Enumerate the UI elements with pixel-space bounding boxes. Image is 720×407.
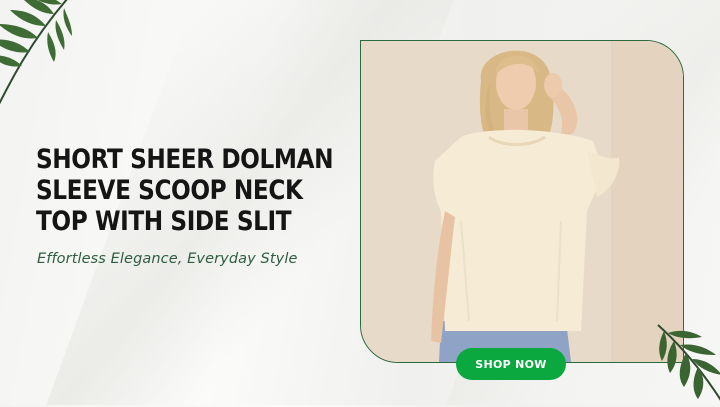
- model-illustration: [361, 41, 683, 362]
- palm-leaf-icon: [657, 324, 720, 401]
- headline-line: SHORT SHEER DOLMAN: [36, 144, 334, 175]
- shop-now-button[interactable]: SHOP NOW: [456, 348, 566, 380]
- headline-line: SLEEVE SCOOP NECK: [36, 175, 303, 206]
- product-photo: [360, 40, 684, 363]
- tagline: Effortless Elegance, Everyday Style: [37, 251, 298, 267]
- headline-line: TOP WITH SIDE SLIT: [36, 206, 292, 237]
- palm-leaf-icon: [0, 0, 72, 105]
- product-headline: SHORT SHEER DOLMAN SLEEVE SCOOP NECK TOP…: [36, 144, 334, 237]
